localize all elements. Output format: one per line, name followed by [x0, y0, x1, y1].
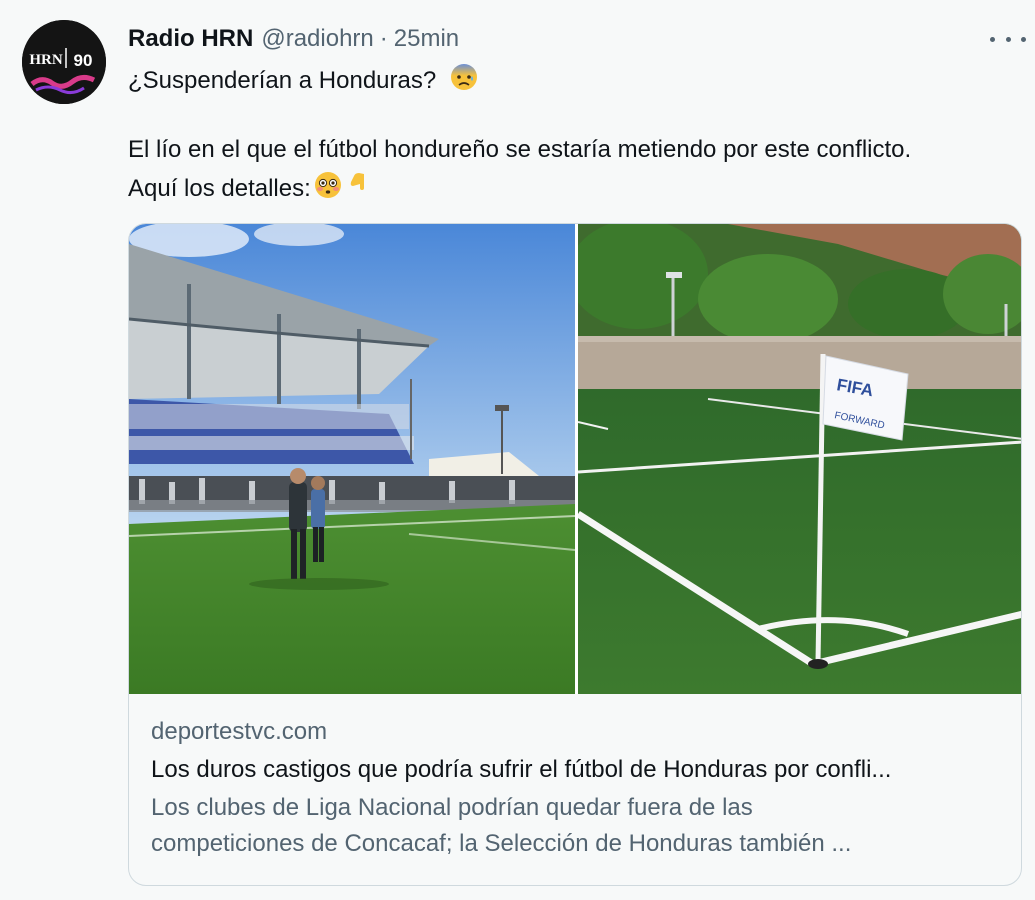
tweet-text-line3: Aquí los detalles: — [128, 170, 373, 209]
tweet-question: ¿Suspenderían a Honduras? — [128, 66, 437, 94]
stadium-photo[interactable] — [129, 224, 575, 694]
tweet-header: Radio HRN @radiohrn · 25min — [128, 24, 459, 54]
link-card[interactable]: FIFA FORWARD deportestvc.com Los duros c… — [128, 223, 1022, 886]
link-card-media[interactable]: FIFA FORWARD — [129, 224, 1021, 694]
tweet-timestamp[interactable]: 25min — [394, 25, 459, 53]
author-handle[interactable]: @radiohrn — [261, 25, 373, 53]
pointing-down-icon — [349, 170, 373, 209]
tweet-details: Aquí los detalles: — [128, 174, 311, 202]
anxious-face-icon — [449, 62, 479, 101]
link-description-line1: Los clubes de Liga Nacional podrían qued… — [151, 794, 753, 821]
avatar-text-hrn: HRN — [29, 52, 63, 68]
tweet-text-line1: ¿Suspenderían a Honduras? — [128, 62, 479, 101]
flushed-face-icon — [313, 170, 343, 209]
separator-dot: · — [379, 25, 388, 52]
link-description-line2: competiciones de Concacaf; la Selección … — [151, 830, 852, 857]
author-name[interactable]: Radio HRN — [128, 25, 253, 53]
link-domain[interactable]: deportestvc.com — [151, 714, 327, 750]
more-options-icon[interactable] — [990, 28, 1026, 50]
corner-flag-photo[interactable]: FIFA FORWARD — [578, 224, 1021, 694]
avatar[interactable]: HRN 90 — [22, 20, 106, 104]
avatar-text-90: 90 — [74, 51, 93, 70]
link-title[interactable]: Los duros castigos que podría sufrir el … — [151, 752, 891, 788]
tweet-text-line2: El lío en el que el fútbol hondureño se … — [128, 136, 912, 163]
